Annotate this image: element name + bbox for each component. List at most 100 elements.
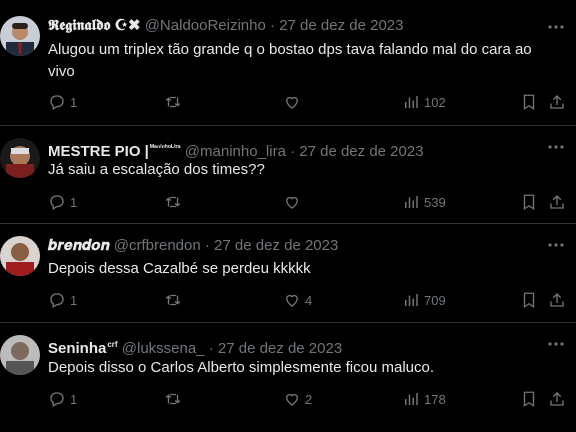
like-icon (286, 96, 298, 109)
like-icon (286, 294, 298, 307)
reply-feed: 𝕽𝖊𝖌𝖎𝖓𝖆𝖑𝖉𝖔 ☪︎✖ @NaldooReizinho · 27 de de… (0, 0, 576, 432)
views-icon (405, 96, 418, 108)
tweet[interactable]: Seninhacrf @lukssena_ · 27 de dez de 202… (0, 323, 576, 432)
reply-count: 1 (70, 292, 78, 308)
share-button[interactable] (548, 389, 566, 409)
tweet-actions: 1 539 (48, 192, 576, 212)
share-icon (550, 195, 564, 209)
avatar[interactable] (0, 335, 40, 375)
view-count: 102 (424, 94, 446, 110)
view-count: 539 (424, 194, 446, 210)
avatar[interactable] (0, 236, 40, 276)
bookmark-icon (523, 194, 535, 211)
more-icon[interactable] (546, 238, 566, 250)
reply-icon (50, 95, 64, 110)
reply-icon (50, 195, 64, 210)
separator-dot: · (208, 340, 214, 357)
reply-button[interactable]: 1 (48, 389, 77, 409)
share-button[interactable] (548, 290, 566, 310)
retweet-button[interactable] (164, 92, 186, 112)
share-button[interactable] (548, 192, 566, 212)
tweet-header: 𝒃𝒓𝒆𝒏𝒅𝒐𝒏 @crfbrendon · 27 de dez de 2023 (48, 237, 536, 255)
bookmark-icon (523, 391, 535, 408)
share-icon (550, 392, 564, 406)
display-name[interactable]: 𝕽𝖊𝖌𝖎𝖓𝖆𝖑𝖉𝖔 ☪︎✖ (48, 17, 141, 34)
bookmark-icon (523, 94, 535, 111)
user-handle[interactable]: @crfbrendon (114, 237, 201, 254)
views-icon (405, 294, 418, 306)
tweet-text: Alugou um triplex tão grande q o bostao … (48, 41, 532, 80)
reply-button[interactable]: 1 (48, 290, 77, 310)
tweet[interactable]: MESTRE PIO |ᴹᵃⁿⁱⁿʰᵒᴸⁱʳᵃ @maninho_lira · … (0, 126, 576, 224)
tweet[interactable]: 𝒃𝒓𝒆𝒏𝒅𝒐𝒏 @crfbrendon · 27 de dez de 2023 … (0, 224, 576, 323)
share-icon (550, 293, 564, 307)
retweet-button[interactable] (164, 192, 186, 212)
share-button[interactable] (548, 92, 566, 112)
views-icon (405, 393, 418, 405)
like-button[interactable]: 2 (283, 389, 312, 409)
retweet-icon (165, 196, 181, 208)
user-handle[interactable]: @lukssena_ (122, 340, 205, 357)
tweet-date[interactable]: 27 de dez de 2023 (218, 340, 342, 357)
tweet-actions: 1 2 178 (48, 389, 576, 409)
like-button[interactable] (283, 192, 305, 212)
user-handle[interactable]: @NaldooReizinho (145, 17, 266, 34)
user-handle[interactable]: @maninho_lira (185, 143, 286, 160)
like-icon (286, 196, 298, 209)
retweet-button[interactable] (164, 389, 186, 409)
tweet-actions: 1 102 (48, 92, 576, 112)
tweet-date[interactable]: 27 de dez de 2023 (299, 143, 423, 160)
more-icon[interactable] (546, 20, 566, 32)
tweet-header: 𝕽𝖊𝖌𝖎𝖓𝖆𝖑𝖉𝖔 ☪︎✖ @NaldooReizinho · 27 de de… (48, 17, 536, 35)
bookmark-button[interactable] (520, 192, 538, 212)
more-icon[interactable] (546, 337, 566, 349)
tweet-text: Depois disso o Carlos Alberto simplesmen… (48, 359, 435, 376)
bookmark-button[interactable] (520, 290, 538, 310)
tweet-text: Já saiu a escalação dos times?? (48, 161, 265, 178)
display-name[interactable]: Seninha (48, 340, 106, 357)
tweet-header: MESTRE PIO |ᴹᵃⁿⁱⁿʰᵒᴸⁱʳᵃ @maninho_lira · … (48, 139, 536, 161)
retweet-icon (165, 294, 181, 306)
avatar[interactable] (0, 16, 40, 56)
separator-dot: · (204, 237, 210, 254)
like-icon (286, 393, 298, 406)
like-count: 2 (305, 391, 313, 407)
reply-count: 1 (70, 194, 78, 210)
tweet-date[interactable]: 27 de dez de 2023 (214, 237, 338, 254)
tweet-date[interactable]: 27 de dez de 2023 (279, 17, 403, 34)
tweet[interactable]: 𝕽𝖊𝖌𝖎𝖓𝖆𝖑𝖉𝖔 ☪︎✖ @NaldooReizinho · 27 de de… (0, 0, 576, 126)
display-name-suffix: crf (107, 340, 118, 349)
views-button[interactable]: 709 (402, 290, 446, 310)
reply-icon (50, 392, 64, 407)
bookmark-icon (523, 292, 535, 309)
more-icon[interactable] (546, 140, 566, 152)
tweet-text: Depois dessa Cazalbé se perdeu kkkkk (48, 260, 311, 277)
reply-button[interactable]: 1 (48, 92, 77, 112)
reply-icon (50, 293, 64, 308)
views-button[interactable]: 102 (402, 92, 446, 112)
reply-count: 1 (70, 391, 78, 407)
display-name[interactable]: 𝒃𝒓𝒆𝒏𝒅𝒐𝒏 (48, 237, 110, 254)
bookmark-button[interactable] (520, 92, 538, 112)
retweet-button[interactable] (164, 290, 186, 310)
display-name[interactable]: MESTRE PIO | (48, 143, 149, 160)
separator-dot: · (290, 143, 296, 160)
tweet-actions: 1 4 709 (48, 290, 576, 310)
like-count: 4 (305, 292, 313, 308)
retweet-icon (165, 96, 181, 108)
share-icon (550, 95, 564, 109)
tweet-header: Seninhacrf @lukssena_ · 27 de dez de 202… (48, 336, 536, 358)
views-button[interactable]: 178 (402, 389, 446, 409)
like-button[interactable] (283, 92, 305, 112)
avatar[interactable] (0, 138, 40, 178)
retweet-icon (165, 393, 181, 405)
views-button[interactable]: 539 (402, 192, 446, 212)
separator-dot: · (270, 17, 276, 34)
views-icon (405, 196, 418, 208)
reply-button[interactable]: 1 (48, 192, 77, 212)
bookmark-button[interactable] (520, 389, 538, 409)
like-button[interactable]: 4 (283, 290, 312, 310)
view-count: 178 (424, 391, 446, 407)
view-count: 709 (424, 292, 446, 308)
reply-count: 1 (70, 94, 78, 110)
